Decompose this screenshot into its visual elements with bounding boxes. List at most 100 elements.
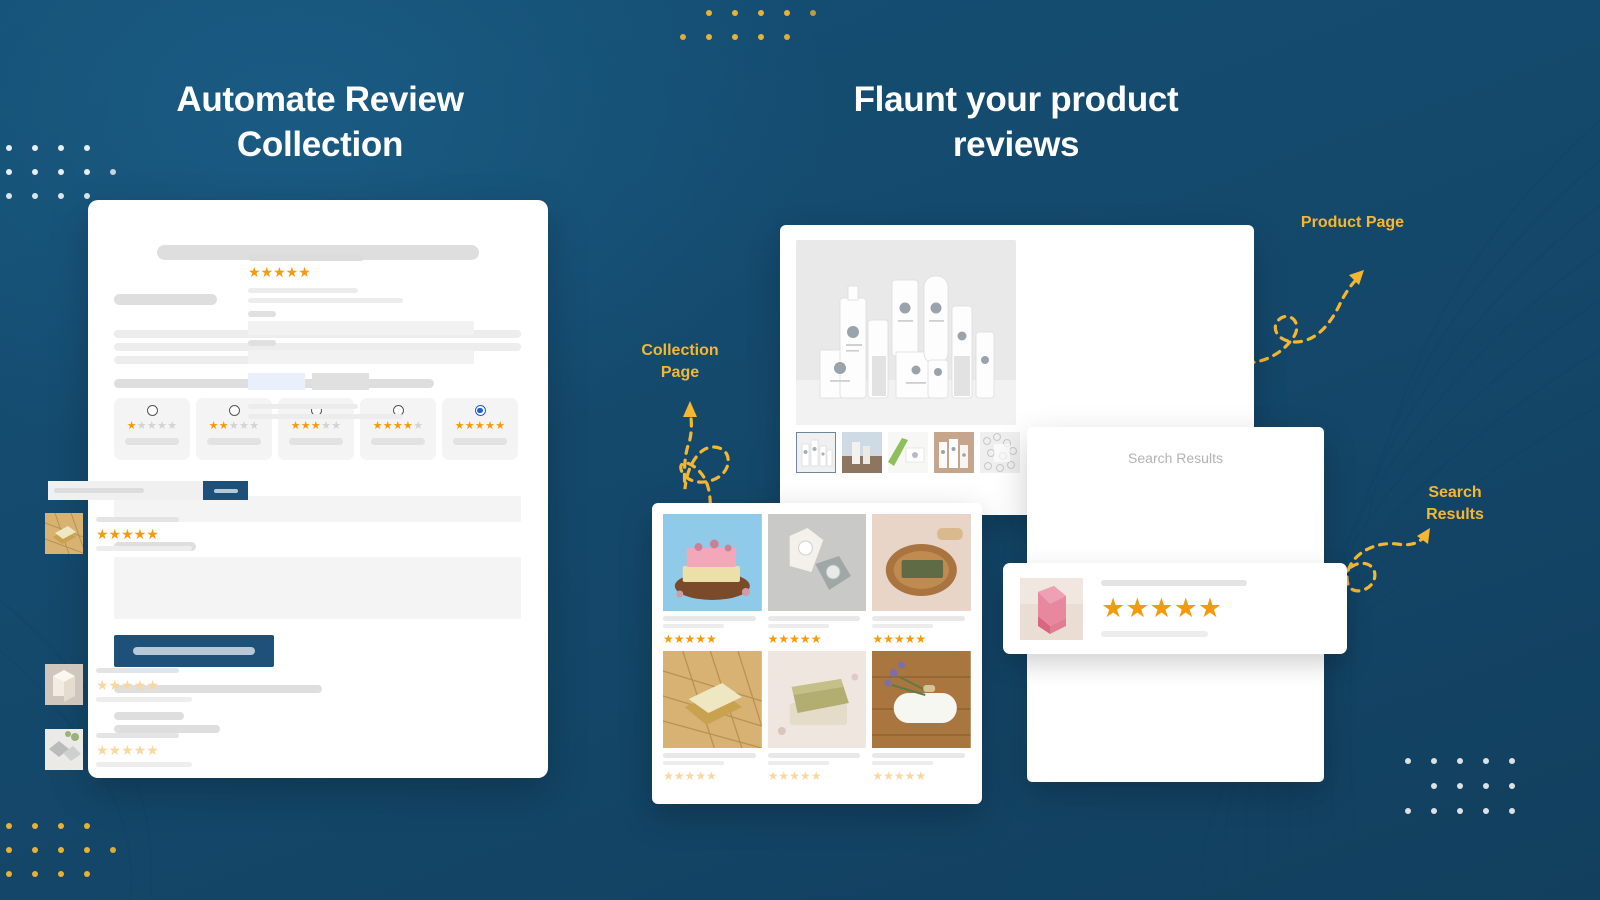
product-image[interactable] — [767, 651, 867, 748]
radio-checked-icon[interactable] — [474, 405, 486, 416]
product-name-placeholder — [663, 616, 756, 621]
search-results-title: Search Results — [1128, 450, 1223, 466]
product-rating-stars: ★★★★★ — [96, 676, 159, 693]
product-thumbnail-strip[interactable] — [796, 432, 1020, 473]
product-image[interactable] — [45, 729, 83, 770]
label-search-results: Search Results — [1426, 484, 1484, 523]
radio-unchecked-icon[interactable] — [146, 405, 158, 416]
review-body-textarea[interactable] — [114, 557, 521, 619]
product-price-placeholder — [872, 761, 934, 765]
product-thumbnail-2[interactable] — [842, 432, 882, 473]
product-secondary-button[interactable] — [312, 373, 369, 390]
product-rating-stars: ★★★★★ — [767, 632, 822, 646]
search-result-row-gold-soap[interactable]: ★★★★★ — [45, 513, 192, 554]
product-rating-stars: ★★★★★ — [96, 525, 159, 542]
collection-page-card: ★★★★★ ★★★★★ ★★★★★ ★★★★★ ★★★★★ ★★★★★ — [652, 503, 982, 804]
search-bar[interactable] — [48, 481, 248, 500]
product-option-select-1[interactable] — [248, 321, 474, 335]
product-image[interactable] — [663, 514, 762, 611]
rating-stars-2: ★★★★★ — [208, 420, 260, 432]
product-thumbnail-1[interactable] — [796, 432, 836, 473]
product-description-line — [248, 298, 403, 303]
product-price-placeholder — [1101, 631, 1208, 637]
search-result-row-grey-stones[interactable]: ★★★★★ — [45, 729, 192, 770]
product-image[interactable] — [872, 514, 971, 611]
rating-stars-5: ★★★★★ — [454, 420, 506, 432]
product-name-placeholder — [96, 732, 179, 738]
collection-item-white-lavender-soap[interactable]: ★★★★★ — [872, 651, 971, 782]
search-button[interactable] — [203, 481, 248, 500]
rating-option-label-placeholder — [207, 438, 261, 445]
product-rating-stars: ★★★★★ — [663, 769, 717, 783]
product-footer-line — [248, 404, 358, 409]
product-name-placeholder — [767, 753, 861, 758]
product-rating-stars: ★★★★★ — [1101, 593, 1223, 623]
product-image[interactable] — [663, 651, 762, 748]
product-image[interactable] — [1020, 577, 1083, 640]
product-image[interactable] — [872, 651, 971, 748]
search-result-meta: ★★★★★ — [96, 516, 192, 551]
product-name-placeholder — [872, 753, 966, 758]
rating-option-5[interactable]: ★★★★★ — [442, 398, 518, 460]
radio-unchecked-icon[interactable] — [228, 405, 240, 416]
submit-button-label-placeholder — [133, 647, 255, 655]
rating-option-label-placeholder — [453, 438, 507, 445]
collection-product-grid: ★★★★★ ★★★★★ ★★★★★ ★★★★★ ★★★★★ ★★★★★ — [663, 514, 971, 782]
product-thumbnail-3[interactable] — [888, 432, 928, 473]
product-thumbnail-4[interactable] — [934, 432, 974, 473]
product-price-placeholder — [767, 624, 829, 628]
form-footnote-placeholder — [114, 712, 184, 720]
collection-item-yellow-netted-soap[interactable]: ★★★★★ — [663, 651, 762, 782]
search-input-placeholder — [54, 488, 144, 493]
product-thumbnail-5[interactable] — [980, 432, 1020, 473]
submit-review-button[interactable] — [114, 635, 274, 667]
product-price-placeholder — [767, 761, 829, 765]
collection-item-pink-rose-soap[interactable]: ★★★★★ — [663, 514, 762, 645]
rating-option-4[interactable]: ★★★★★ — [360, 398, 436, 460]
product-rating-stars: ★★★★★ — [663, 632, 717, 646]
product-name-placeholder — [96, 516, 179, 522]
product-option-select-2[interactable] — [248, 350, 474, 364]
product-title-placeholder — [248, 254, 364, 261]
rating-option-1[interactable]: ★★★★★ — [114, 398, 190, 460]
search-input[interactable] — [48, 481, 203, 500]
highlighted-search-result-card[interactable]: ★★★★★ — [1003, 563, 1347, 654]
collection-item-olive-bar-soap[interactable]: ★★★★★ — [767, 651, 867, 783]
product-footer-line — [248, 414, 403, 419]
rating-stars-3: ★★★★★ — [290, 420, 342, 432]
rating-option-label-placeholder — [371, 438, 425, 445]
product-image[interactable] — [45, 513, 83, 554]
highlighted-result-meta: ★★★★★ — [1101, 580, 1247, 637]
search-result-row-cream-block[interactable]: ★★★★★ — [45, 664, 192, 705]
rating-stars-4: ★★★★★ — [372, 420, 424, 432]
form-section-label-placeholder — [114, 294, 217, 305]
product-rating-stars: ★★★★★ — [872, 632, 927, 646]
product-rating-stars: ★★★★★ — [248, 264, 311, 280]
product-rating-stars: ★★★★★ — [96, 741, 159, 758]
search-result-meta: ★★★★★ — [96, 667, 192, 702]
label-collection-page: Collection Page — [641, 342, 719, 381]
page-title-right: Flaunt your product reviews — [853, 80, 1179, 164]
product-name-placeholder — [1101, 580, 1247, 586]
product-price-placeholder — [96, 545, 192, 551]
product-option-label-placeholder — [248, 340, 276, 346]
product-option-label-placeholder — [248, 311, 276, 317]
product-name-placeholder — [872, 616, 966, 621]
rating-stars-1: ★★★★★ — [126, 420, 178, 432]
product-hero-image[interactable] — [796, 240, 1016, 425]
search-result-meta: ★★★★★ — [96, 732, 192, 767]
product-image[interactable] — [767, 514, 867, 611]
search-button-label-placeholder — [213, 488, 238, 493]
product-rating-stars: ★★★★★ — [767, 769, 822, 783]
product-price-placeholder — [663, 761, 725, 765]
product-name-placeholder — [767, 616, 861, 621]
product-price-placeholder — [96, 761, 192, 767]
rating-option-label-placeholder — [289, 438, 343, 445]
product-image[interactable] — [45, 664, 83, 705]
page-title-left: Automate Review Collection — [176, 80, 464, 164]
collection-item-green-clay-soap[interactable]: ★★★★★ — [872, 514, 971, 645]
product-price-placeholder — [96, 696, 192, 702]
product-description-line — [248, 288, 358, 293]
product-add-to-cart-button[interactable] — [248, 373, 305, 390]
collection-item-grey-white-soap[interactable]: ★★★★★ — [767, 514, 867, 646]
